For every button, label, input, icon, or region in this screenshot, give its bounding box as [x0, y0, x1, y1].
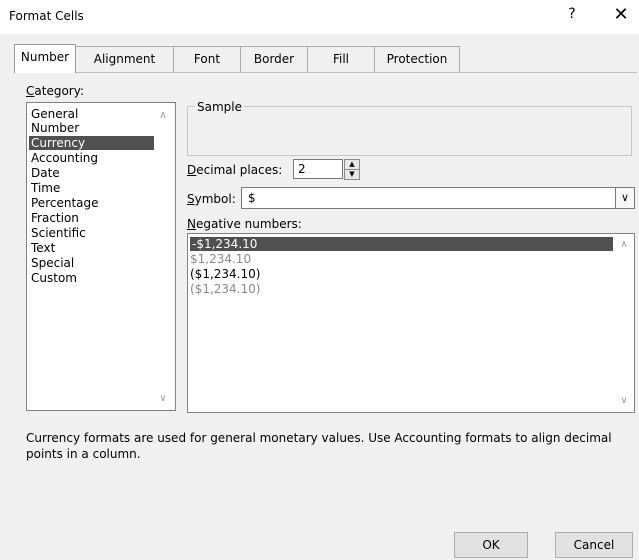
sample-label: Sample [195, 100, 244, 114]
decimal-places-label: Decimal places: [187, 163, 283, 177]
category-item-fraction[interactable]: Fraction [31, 211, 79, 225]
category-item-accounting[interactable]: Accounting [31, 151, 98, 165]
ok-button[interactable]: OK [454, 532, 528, 558]
stepper-down-icon[interactable]: ▼ [344, 169, 360, 180]
category-item-custom[interactable]: Custom [31, 271, 77, 285]
close-button[interactable]: ✕ [609, 4, 633, 28]
category-item-number[interactable]: Number [31, 121, 79, 135]
scroll-up-icon[interactable]: ∧ [616, 238, 632, 252]
decimal-places-input[interactable]: 2 [293, 159, 343, 179]
negative-numbers-list[interactable]: -$1,234.10 $1,234.10 ($1,234.10) ($1,234… [187, 233, 635, 413]
tab-fill[interactable]: Fill [307, 46, 375, 72]
category-list[interactable]: General Number Currency Accounting Date … [26, 102, 176, 411]
title-bar [0, 0, 639, 34]
negative-item[interactable]: ($1,234.10) [190, 282, 260, 296]
symbol-select[interactable]: $ ∨ [241, 187, 635, 209]
tab-font[interactable]: Font [173, 46, 241, 72]
category-item-text[interactable]: Text [31, 241, 55, 255]
help-button[interactable]: ? [563, 6, 581, 26]
decimal-places-stepper[interactable]: ▲ ▼ [343, 159, 361, 180]
category-label: Category: [26, 84, 84, 98]
tab-number[interactable]: Number [14, 44, 76, 73]
sample-group [187, 106, 632, 156]
negative-item[interactable]: ($1,234.10) [190, 267, 260, 281]
cancel-button[interactable]: Cancel [555, 532, 633, 558]
category-item-general[interactable]: General [31, 107, 78, 121]
category-item-scientific[interactable]: Scientific [31, 226, 86, 240]
category-item-currency[interactable]: Currency [29, 136, 154, 150]
chevron-down-icon[interactable]: ∨ [615, 188, 634, 208]
tab-protection[interactable]: Protection [374, 46, 460, 72]
format-description: Currency formats are used for general mo… [26, 431, 612, 461]
category-item-percentage[interactable]: Percentage [31, 196, 99, 210]
symbol-label: Symbol: [187, 192, 236, 206]
category-item-date[interactable]: Date [31, 166, 60, 180]
scroll-down-icon[interactable]: ∨ [155, 392, 171, 406]
negative-item[interactable]: $1,234.10 [190, 252, 251, 266]
tab-alignment[interactable]: Alignment [75, 46, 174, 72]
tab-border[interactable]: Border [240, 46, 308, 72]
negative-numbers-label: Negative numbers: [187, 217, 302, 231]
category-item-time[interactable]: Time [31, 181, 60, 195]
dialog-title: Format Cells [9, 9, 84, 23]
category-item-special[interactable]: Special [31, 256, 74, 270]
negative-item[interactable]: -$1,234.10 [190, 237, 613, 251]
scroll-down-icon[interactable]: ∨ [616, 394, 632, 408]
scroll-up-icon[interactable]: ∧ [155, 109, 171, 123]
